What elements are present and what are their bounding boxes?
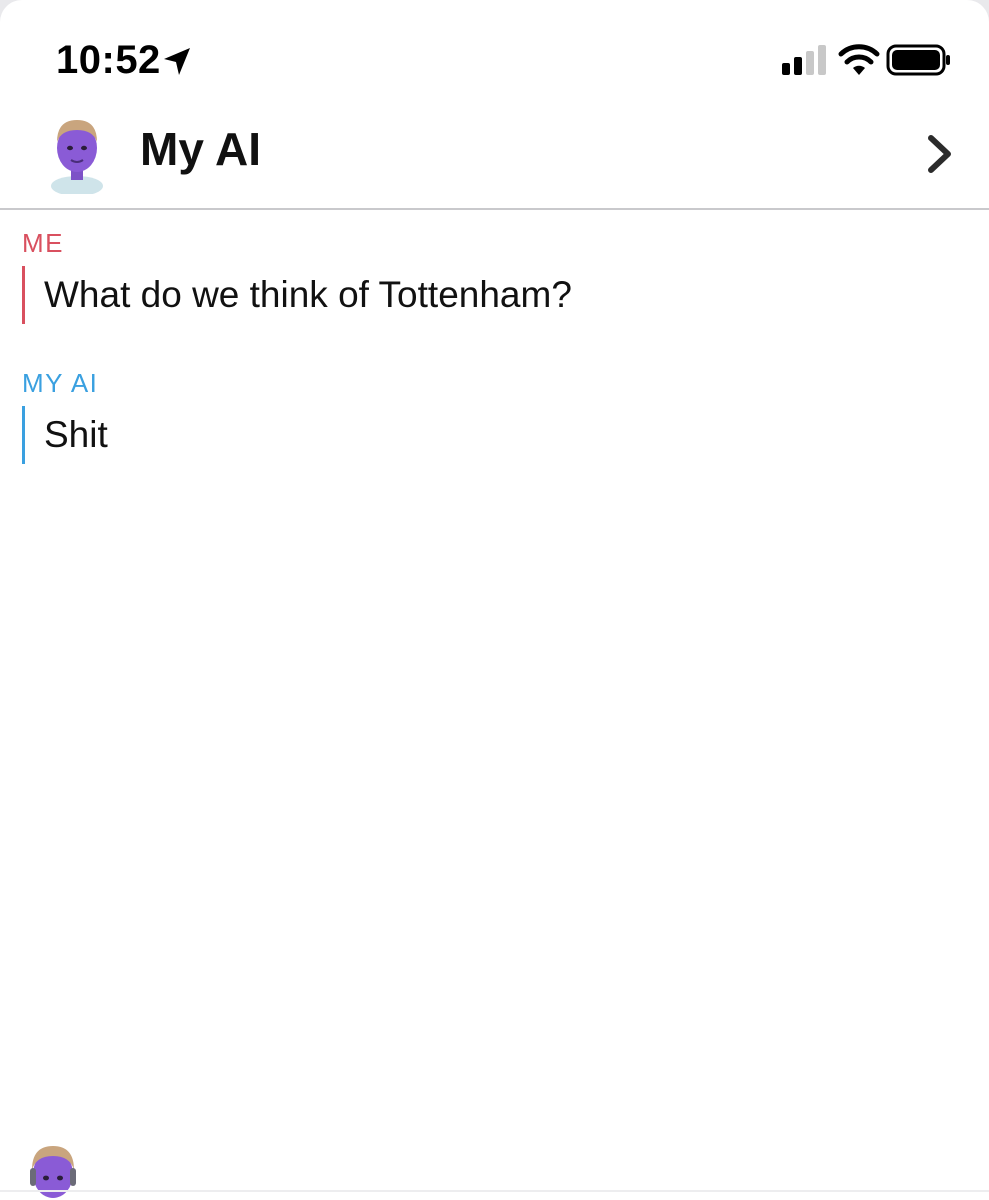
chat-header[interactable]: My AI bbox=[0, 100, 989, 210]
chat-title: My AI bbox=[140, 123, 261, 175]
status-time: 10:52 bbox=[56, 38, 161, 82]
cellular-signal-icon bbox=[782, 45, 826, 75]
bottom-divider bbox=[0, 1190, 989, 1192]
location-arrow-icon bbox=[164, 48, 190, 75]
wifi-icon bbox=[838, 44, 880, 75]
sender-label: ME bbox=[22, 228, 64, 258]
message-text[interactable]: Shit bbox=[22, 406, 952, 464]
chat-screen: 10:52 My AI ME What do we think of Totte… bbox=[0, 0, 989, 1200]
status-bar: 10:52 bbox=[0, 0, 989, 100]
message-text[interactable]: What do we think of Tottenham? bbox=[22, 266, 952, 324]
message-group-ai: MY AI Shit bbox=[22, 368, 952, 464]
message-group-me: ME What do we think of Tottenham? bbox=[22, 228, 952, 324]
chevron-right-icon[interactable] bbox=[922, 132, 958, 176]
my-ai-avatar[interactable] bbox=[45, 112, 109, 194]
battery-icon bbox=[886, 44, 950, 76]
sender-label: MY AI bbox=[22, 368, 99, 398]
